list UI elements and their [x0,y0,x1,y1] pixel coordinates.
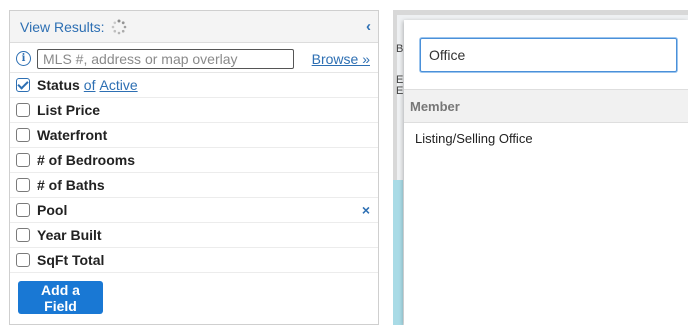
dropdown-option[interactable]: Listing/Selling Office [415,131,533,146]
field-row-status: Status of Active [10,73,378,98]
field-label-list-price: List Price [37,102,101,118]
field-lookup-dropdown: Member Listing/Selling Office [404,20,688,325]
map-road [393,10,688,15]
group-header-member: Member [404,89,688,123]
status-checkbox[interactable] [16,78,30,92]
search-field-list: Status of Active List Price Waterfront #… [10,73,378,273]
field-lookup-input[interactable] [420,38,677,72]
loading-spinner-icon [111,19,126,34]
field-row-list-price: List Price [10,98,378,123]
quick-search-input[interactable] [37,48,294,69]
status-of-text[interactable]: of [84,77,96,93]
search-panel: View Results: ‹ i Browse » Status of Act… [9,10,379,325]
waterfront-checkbox[interactable] [16,128,30,142]
list-price-checkbox[interactable] [16,103,30,117]
field-label-status: Status [37,77,80,93]
browse-link[interactable]: Browse » [312,51,370,67]
info-icon[interactable]: i [16,51,31,66]
field-row-year-built: Year Built [10,223,378,248]
map-water [393,180,403,325]
remove-field-close-icon[interactable]: × [362,202,370,218]
field-label-pool: Pool [37,202,68,218]
field-label-sqft-total: SqFt Total [37,252,105,268]
baths-checkbox[interactable] [16,178,30,192]
field-row-pool: Pool × [10,198,378,223]
field-label-baths: # of Baths [37,177,105,193]
bedrooms-checkbox[interactable] [16,153,30,167]
field-row-sqft-total: SqFt Total [10,248,378,273]
field-label-bedrooms: # of Bedrooms [37,152,136,168]
field-row-baths: # of Baths [10,173,378,198]
year-built-checkbox[interactable] [16,228,30,242]
panel-header: View Results: ‹ [10,11,378,43]
collapse-panel-chevron-left-icon[interactable]: ‹ [366,18,371,35]
pool-checkbox[interactable] [16,203,30,217]
quick-search-row: i Browse » [10,45,378,73]
field-row-waterfront: Waterfront [10,123,378,148]
sqft-total-checkbox[interactable] [16,253,30,267]
add-field-button[interactable]: Add a Field [18,281,103,314]
map-label: B [396,43,404,55]
field-row-bedrooms: # of Bedrooms [10,148,378,173]
status-value-link[interactable]: Active [99,77,137,93]
field-label-year-built: Year Built [37,227,102,243]
view-results-label[interactable]: View Results: [20,19,105,35]
field-label-waterfront: Waterfront [37,127,108,143]
